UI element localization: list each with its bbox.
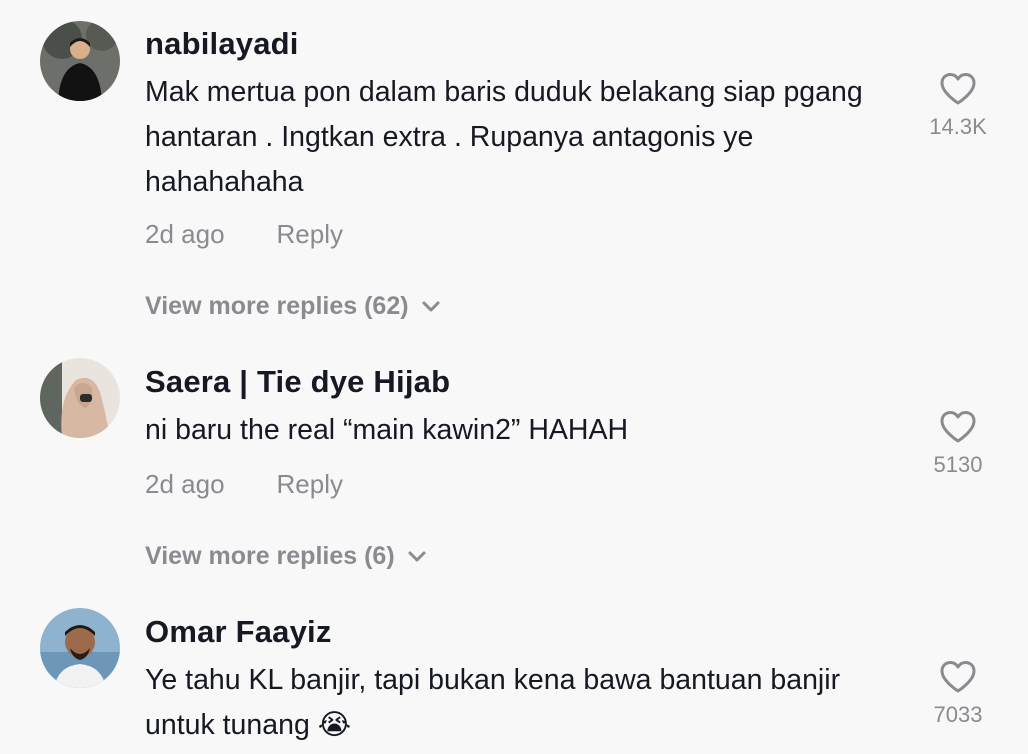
- view-more-replies-label: View more replies (6): [145, 542, 395, 570]
- reply-button[interactable]: Reply: [277, 469, 343, 499]
- comment-text: Ye tahu KL banjir, tapi bukan kena bawa …: [145, 664, 841, 741]
- avatar[interactable]: [40, 608, 120, 688]
- comment-meta: 2d ago Reply: [145, 219, 343, 250]
- avatar-photo: [40, 608, 120, 688]
- comment-username[interactable]: Omar Faayiz: [145, 614, 332, 650]
- comment-meta: 2d ago Reply: [145, 469, 343, 500]
- avatar[interactable]: [40, 21, 120, 101]
- like-group: 7033: [925, 660, 991, 728]
- like-group: 14.3K: [925, 72, 991, 140]
- view-more-replies-button[interactable]: View more replies (6): [145, 542, 427, 571]
- like-group: 5130: [925, 410, 991, 478]
- heart-icon[interactable]: [939, 410, 977, 444]
- view-more-replies-label: View more replies (62): [145, 292, 409, 320]
- comment-time: 2d ago: [145, 469, 225, 499]
- view-more-replies-button[interactable]: View more replies (62): [145, 292, 441, 321]
- like-count: 7033: [933, 702, 983, 727]
- heart-icon[interactable]: [939, 660, 977, 694]
- avatar-photo: [40, 21, 120, 101]
- like-count: 14.3K: [929, 114, 987, 139]
- comment-username[interactable]: Saera | Tie dye Hijab: [145, 364, 450, 400]
- chevron-down-icon: [422, 301, 440, 311]
- comment-time: 2d ago: [145, 219, 225, 249]
- comment-username[interactable]: nabilayadi: [145, 26, 299, 62]
- chevron-down-icon: [408, 551, 426, 561]
- like-count: 5130: [933, 452, 983, 477]
- avatar[interactable]: [40, 358, 120, 438]
- comment-text: ni baru the real “main kawin2” HAHAH: [145, 414, 629, 446]
- comment-text: Mak mertua pon dalam baris duduk belakan…: [145, 76, 863, 198]
- reply-button[interactable]: Reply: [277, 219, 343, 249]
- heart-icon[interactable]: [939, 72, 977, 106]
- avatar-photo: [40, 358, 120, 438]
